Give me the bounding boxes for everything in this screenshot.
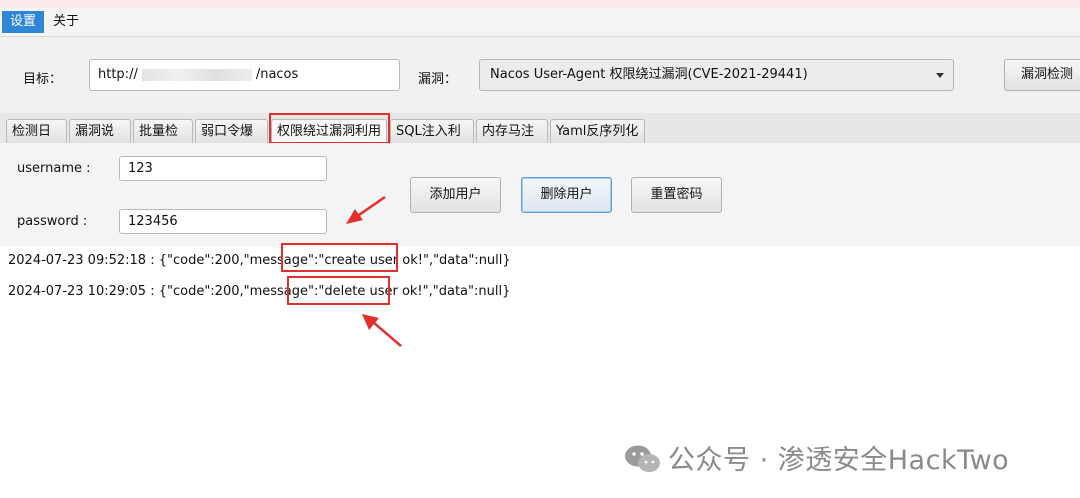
watermark: 公众号 · 渗透安全HackTwo [624,438,1009,477]
arrow-icon [346,195,386,224]
watermark-text: 公众号 · 渗透安全HackTwo [668,445,1010,476]
annotation-arrows [346,195,402,347]
arrow-icon [362,314,402,347]
wechat-icon [625,445,660,472]
